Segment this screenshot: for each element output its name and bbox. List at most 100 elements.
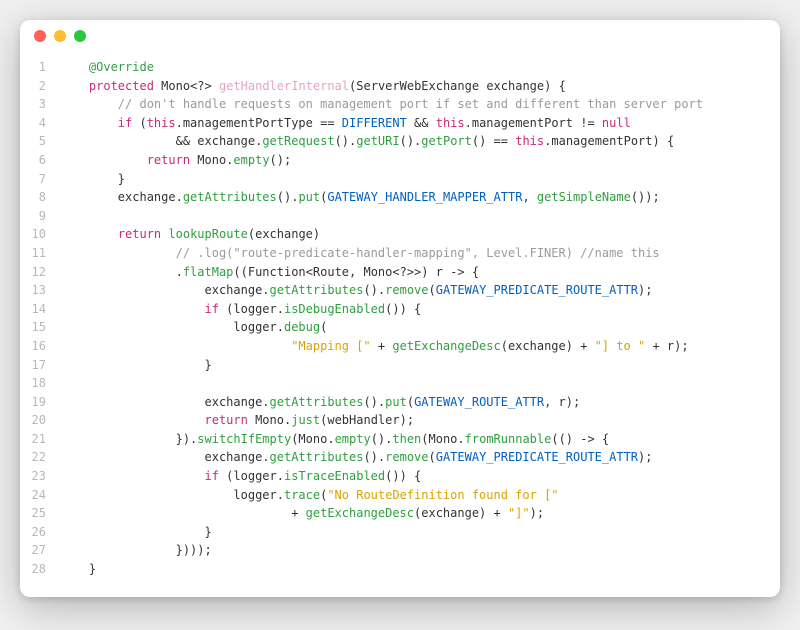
- line-content[interactable]: exchange.getAttributes().put(GATEWAY_ROU…: [60, 393, 780, 412]
- code-token: Route: [313, 265, 349, 279]
- code-editor[interactable]: 1 @Override2 protected Mono<?> getHandle…: [20, 52, 780, 597]
- line-number: 7: [20, 170, 60, 189]
- code-token: (: [320, 320, 327, 334]
- code-line[interactable]: 15 logger.debug(: [20, 318, 780, 337]
- code-token: }: [60, 525, 212, 539]
- code-line[interactable]: 5 && exchange.getRequest().getURI().getP…: [20, 132, 780, 151]
- line-content[interactable]: }: [60, 170, 780, 189]
- line-content[interactable]: return Mono.empty();: [60, 151, 780, 170]
- line-number: 12: [20, 263, 60, 282]
- line-content[interactable]: }: [60, 523, 780, 542]
- line-number: 3: [20, 95, 60, 114]
- line-content[interactable]: exchange.getAttributes().put(GATEWAY_HAN…: [60, 188, 780, 207]
- code-token: exchange.: [197, 134, 262, 148]
- close-icon[interactable]: [34, 30, 46, 42]
- line-content[interactable]: })));: [60, 541, 780, 560]
- code-line[interactable]: 2 protected Mono<?> getHandlerInternal(S…: [20, 77, 780, 96]
- code-line[interactable]: 7 }: [20, 170, 780, 189]
- code-line[interactable]: 12 .flatMap((Function<Route, Mono<?>>) r…: [20, 263, 780, 282]
- zoom-icon[interactable]: [74, 30, 86, 42]
- code-token: getAttributes: [270, 450, 364, 464]
- code-token: this: [515, 134, 544, 148]
- code-line[interactable]: 20 return Mono.just(webHandler);: [20, 411, 780, 430]
- code-line[interactable]: 26 }: [20, 523, 780, 542]
- line-content[interactable]: }).switchIfEmpty(Mono.empty().then(Mono.…: [60, 430, 780, 449]
- line-content[interactable]: @Override: [60, 58, 780, 77]
- line-content[interactable]: logger.debug(: [60, 318, 780, 337]
- line-content[interactable]: [60, 207, 780, 226]
- line-number: 18: [20, 374, 60, 393]
- code-token: getExchangeDesc: [392, 339, 500, 353]
- line-content[interactable]: + getExchangeDesc(exchange) + "]");: [60, 504, 780, 523]
- code-line[interactable]: 25 + getExchangeDesc(exchange) + "]");: [20, 504, 780, 523]
- line-number: 14: [20, 300, 60, 319]
- code-token: );: [638, 450, 652, 464]
- line-content[interactable]: return Mono.just(webHandler);: [60, 411, 780, 430]
- line-content[interactable]: exchange.getAttributes().remove(GATEWAY_…: [60, 448, 780, 467]
- code-token: [60, 116, 118, 130]
- code-line[interactable]: 4 if (this.managementPortType == DIFFERE…: [20, 114, 780, 133]
- line-content[interactable]: if (this.managementPortType == DIFFERENT…: [60, 114, 780, 133]
- code-line[interactable]: 14 if (logger.isDebugEnabled()) {: [20, 300, 780, 319]
- code-token: (webHandler);: [320, 413, 414, 427]
- code-line[interactable]: 23 if (logger.isTraceEnabled()) {: [20, 467, 780, 486]
- code-token: (exchange): [248, 227, 320, 241]
- code-line[interactable]: 21 }).switchIfEmpty(Mono.empty().then(Mo…: [20, 430, 780, 449]
- line-content[interactable]: logger.trace("No RouteDefinition found f…: [60, 486, 780, 505]
- code-token: ().: [363, 450, 385, 464]
- code-line[interactable]: 6 return Mono.empty();: [20, 151, 780, 170]
- code-token: trace: [284, 488, 320, 502]
- line-content[interactable]: }: [60, 356, 780, 375]
- code-token: "No RouteDefinition found for [": [327, 488, 558, 502]
- line-content[interactable]: "Mapping [" + getExchangeDesc(exchange) …: [60, 337, 780, 356]
- code-token: return: [118, 227, 161, 241]
- line-content[interactable]: // don't handle requests on management p…: [60, 95, 780, 114]
- code-line[interactable]: 10 return lookupRoute(exchange): [20, 225, 780, 244]
- code-token: ().: [277, 190, 299, 204]
- line-content[interactable]: [60, 374, 780, 393]
- code-token: Mono: [363, 265, 392, 279]
- code-token: );: [530, 506, 544, 520]
- code-token: ,: [522, 190, 536, 204]
- code-token: "]": [508, 506, 530, 520]
- line-number: 10: [20, 225, 60, 244]
- code-line[interactable]: 11 // .log("route-predicate-handler-mapp…: [20, 244, 780, 263]
- code-token: // don't handle requests on management p…: [118, 97, 703, 111]
- code-line[interactable]: 28 }: [20, 560, 780, 579]
- code-line[interactable]: 27 })));: [20, 541, 780, 560]
- code-token: (() -> {: [551, 432, 609, 446]
- line-number: 6: [20, 151, 60, 170]
- code-line[interactable]: 18: [20, 374, 780, 393]
- code-token: }: [60, 358, 212, 372]
- line-number: 26: [20, 523, 60, 542]
- line-number: 9: [20, 207, 60, 226]
- line-content[interactable]: if (logger.isTraceEnabled()) {: [60, 467, 780, 486]
- code-line[interactable]: 22 exchange.getAttributes().remove(GATEW…: [20, 448, 780, 467]
- code-token: +: [60, 506, 306, 520]
- line-content[interactable]: // .log("route-predicate-handler-mapping…: [60, 244, 780, 263]
- line-content[interactable]: protected Mono<?> getHandlerInternal(Ser…: [60, 77, 780, 96]
- line-number: 22: [20, 448, 60, 467]
- code-line[interactable]: 8 exchange.getAttributes().put(GATEWAY_H…: [20, 188, 780, 207]
- line-content[interactable]: exchange.getAttributes().remove(GATEWAY_…: [60, 281, 780, 300]
- code-line[interactable]: 19 exchange.getAttributes().put(GATEWAY_…: [20, 393, 780, 412]
- code-token: getAttributes: [270, 283, 364, 297]
- window-titlebar: [20, 20, 780, 52]
- code-line[interactable]: 3 // don't handle requests on management…: [20, 95, 780, 114]
- line-content[interactable]: && exchange.getRequest().getURI().getPor…: [60, 132, 780, 151]
- code-line[interactable]: 17 }: [20, 356, 780, 375]
- minimize-icon[interactable]: [54, 30, 66, 42]
- code-token: null: [602, 116, 631, 130]
- code-line[interactable]: 24 logger.trace("No RouteDefinition foun…: [20, 486, 780, 505]
- code-line[interactable]: 1 @Override: [20, 58, 780, 77]
- code-line[interactable]: 16 "Mapping [" + getExchangeDesc(exchang…: [20, 337, 780, 356]
- code-line[interactable]: 13 exchange.getAttributes().remove(GATEW…: [20, 281, 780, 300]
- line-content[interactable]: return lookupRoute(exchange): [60, 225, 780, 244]
- code-line[interactable]: 9: [20, 207, 780, 226]
- code-token: ServerWebExchange: [356, 79, 479, 93]
- code-token: &&: [407, 116, 436, 130]
- code-token: + r);: [645, 339, 688, 353]
- line-content[interactable]: }: [60, 560, 780, 579]
- line-content[interactable]: if (logger.isDebugEnabled()) {: [60, 300, 780, 319]
- line-content[interactable]: .flatMap((Function<Route, Mono<?>>) r ->…: [60, 263, 780, 282]
